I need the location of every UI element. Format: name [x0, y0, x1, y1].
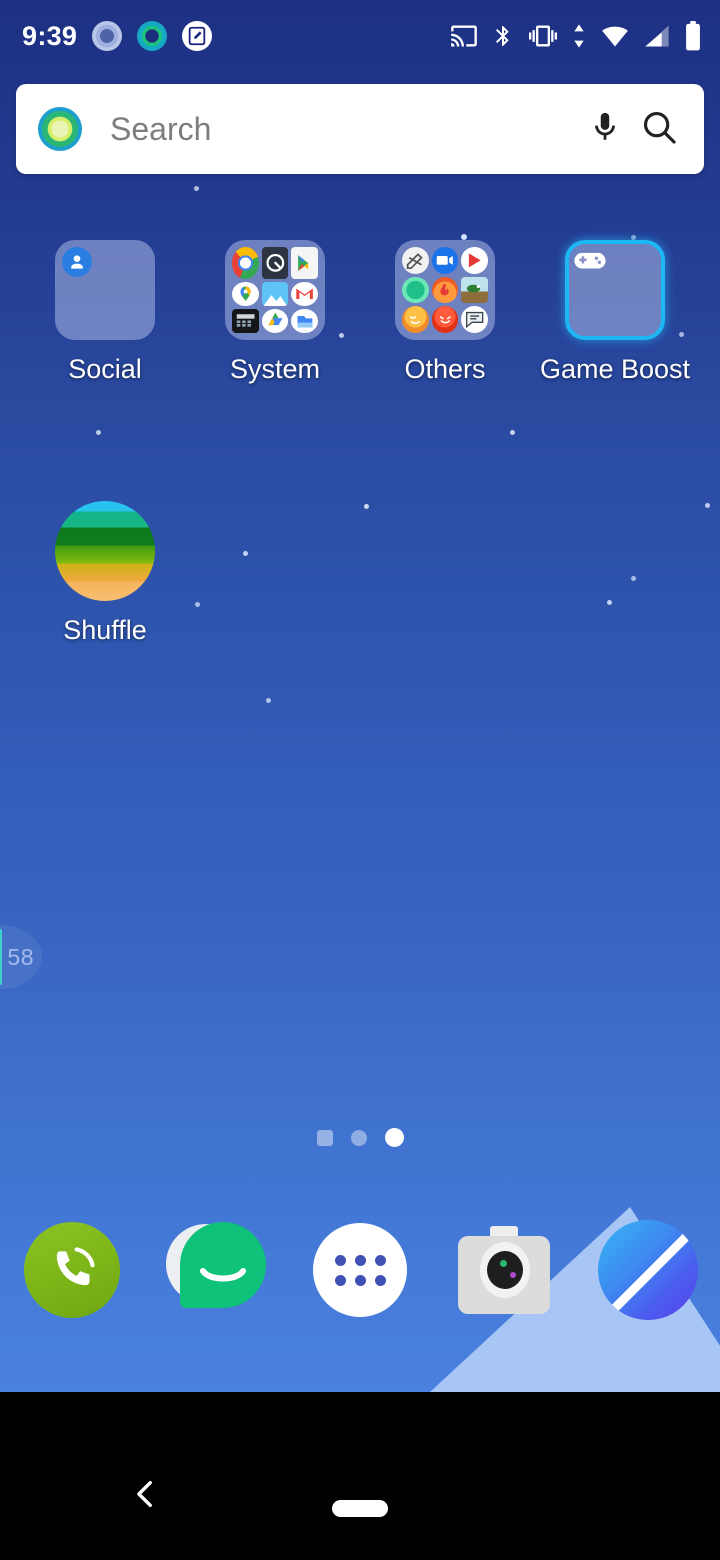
- app-drawer-dots: [334, 1254, 386, 1286]
- messages-icon-bubble: [180, 1222, 266, 1308]
- vibrate-mode-icon: [528, 22, 558, 50]
- page-dot-3[interactable]: [384, 1128, 404, 1147]
- dock-item-phone[interactable]: [0, 1222, 144, 1318]
- screenshot-markup-icon: [182, 21, 213, 51]
- phone-icon: [24, 1222, 120, 1318]
- dock: [0, 1215, 720, 1325]
- wallpaper-star: [194, 186, 199, 191]
- edge-widget-value: 58: [7, 943, 34, 970]
- camera-icon: [454, 1226, 554, 1314]
- status-bar-left: 9:39: [22, 20, 213, 52]
- play-store-icon: [291, 247, 318, 279]
- chrome-icon: [232, 247, 259, 279]
- folder-game-boost[interactable]: Game Boost: [530, 240, 700, 385]
- camera-icon-nub: [490, 1226, 518, 1236]
- folder-label: Others: [404, 354, 486, 384]
- files-icon: [291, 308, 318, 333]
- folder-label: Social: [68, 354, 142, 384]
- camera-icon-purple-dot: [510, 1272, 516, 1278]
- folder-tile[interactable]: [225, 240, 325, 340]
- cellular-signal-icon: [643, 22, 671, 50]
- wallpaper[interactable]: 58: [0, 0, 720, 1392]
- maps-icon: [232, 281, 259, 306]
- status-bar[interactable]: 9:39: [0, 0, 720, 72]
- bluetooth-icon: [491, 22, 515, 50]
- pixel-game-icon: [461, 276, 488, 304]
- folder-tile[interactable]: [395, 240, 495, 340]
- app-drawer-icon: [313, 1223, 407, 1317]
- status-clock: 9:39: [22, 20, 78, 51]
- chat-bubble-icon: [461, 306, 488, 333]
- play-music-icon: [461, 247, 488, 274]
- back-icon[interactable]: [120, 1468, 172, 1520]
- browser-icon: [598, 1220, 698, 1320]
- page-dot-2[interactable]: [350, 1129, 367, 1146]
- red-face-icon: [431, 306, 459, 333]
- gamepad-icon: [573, 252, 607, 276]
- edge-widget-accent-bar: [0, 929, 2, 985]
- status-bar-right: [450, 21, 702, 51]
- cast-screen-icon: [450, 22, 478, 50]
- calculator-icon: [232, 308, 259, 333]
- camera-icon-lens: [487, 1251, 523, 1289]
- search-bar[interactable]: Search: [16, 84, 704, 174]
- folder-social[interactable]: Social: [20, 240, 190, 385]
- page-indicator[interactable]: [0, 1128, 720, 1147]
- dock-item-app-drawer[interactable]: [288, 1223, 432, 1317]
- messages-icon: [166, 1220, 266, 1320]
- data-transfer-icon: [571, 22, 587, 50]
- wifi-icon: [600, 22, 630, 50]
- dock-item-browser[interactable]: [576, 1220, 720, 1320]
- camera-icon-green-dot: [500, 1260, 507, 1267]
- phone-screen: 58 9:39 Search Social System Others Game…: [0, 0, 720, 1560]
- search-input[interactable]: Search: [110, 111, 570, 148]
- contacts-icon: [62, 247, 92, 277]
- dock-item-camera[interactable]: [432, 1226, 576, 1314]
- drive-icon: [261, 308, 289, 333]
- browser-icon-slash: [607, 1221, 698, 1316]
- folder-tile[interactable]: [565, 240, 665, 340]
- search-icon[interactable]: [640, 107, 678, 152]
- video-call-icon: [431, 247, 459, 274]
- clock-settings-icon: [261, 247, 289, 279]
- folder-preview-grid: [232, 247, 318, 333]
- gmail-icon: [291, 281, 318, 306]
- dock-item-messages[interactable]: [144, 1220, 288, 1320]
- grid-row: Social System Others Game Boost: [0, 240, 720, 385]
- battery-icon: [684, 21, 702, 51]
- page-dot-1[interactable]: [316, 1129, 333, 1146]
- folder-system[interactable]: System: [190, 240, 360, 385]
- google-logo-icon: [38, 107, 82, 151]
- folder-preview-grid: [402, 247, 488, 333]
- home-pill-indicator[interactable]: [332, 1500, 388, 1517]
- flame-app-icon: [431, 276, 459, 304]
- assistant-ring-cyan-icon: [137, 21, 168, 51]
- photos-icon: [261, 281, 289, 306]
- grid-row: Shuffle: [0, 501, 720, 646]
- folder-label: System: [229, 354, 321, 384]
- orange-face-icon: [402, 306, 429, 333]
- folder-label: Game Boost: [539, 354, 691, 384]
- folder-tile[interactable]: [55, 240, 155, 340]
- green-app-icon: [402, 276, 429, 304]
- app-shuffle[interactable]: Shuffle: [20, 501, 190, 646]
- navigation-bar: [0, 1392, 720, 1560]
- microphone-icon[interactable]: [588, 107, 622, 152]
- home-screen-grid: Social System Others Game Boost Shuffle: [0, 240, 720, 646]
- folder-others[interactable]: Others: [360, 240, 530, 385]
- shuffle-icon[interactable]: [55, 501, 155, 601]
- app-label: Shuffle: [63, 615, 147, 645]
- wallpaper-star: [266, 698, 271, 703]
- sketch-icon: [402, 247, 429, 274]
- edge-temperature-widget[interactable]: 58: [0, 925, 42, 989]
- notification-ring-grey-icon: [92, 21, 123, 51]
